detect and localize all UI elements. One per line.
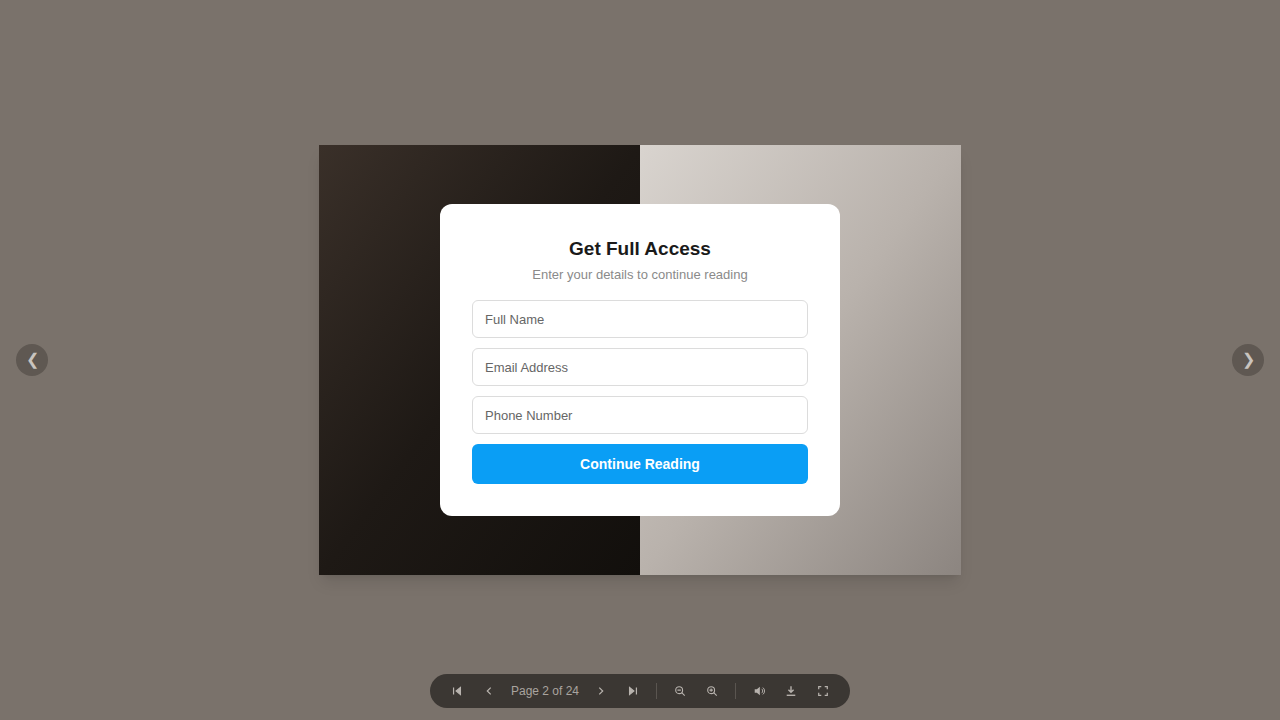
page-indicator: Page 2 of 24 — [505, 682, 585, 700]
fullscreen-button[interactable] — [807, 675, 839, 707]
first-icon — [451, 685, 463, 697]
next-icon — [595, 685, 607, 697]
prev-icon — [483, 685, 495, 697]
modal-subtitle: Enter your details to continue reading — [532, 266, 747, 284]
prev-button[interactable] — [473, 675, 505, 707]
toolbar-separator — [735, 683, 736, 699]
access-form: Continue Reading — [472, 300, 808, 484]
modal-title: Get Full Access — [569, 236, 711, 262]
access-modal: Get Full Access Enter your details to con… — [440, 204, 840, 516]
download-icon — [785, 685, 797, 697]
zoom-in-icon — [706, 685, 718, 697]
last-button[interactable] — [617, 675, 649, 707]
next-button[interactable] — [585, 675, 617, 707]
first-button[interactable] — [441, 675, 473, 707]
form-field[interactable] — [472, 348, 808, 386]
toolbar-separator — [656, 683, 657, 699]
fullscreen-icon — [817, 685, 829, 697]
zoom-out-icon — [674, 685, 686, 697]
form-field[interactable] — [472, 396, 808, 434]
modal-overlay: Get Full Access Enter your details to con… — [0, 0, 1280, 720]
sound-button[interactable] — [743, 675, 775, 707]
last-icon — [627, 685, 639, 697]
zoom-in-button[interactable] — [696, 675, 728, 707]
continue-button[interactable]: Continue Reading — [472, 444, 808, 484]
form-field[interactable] — [472, 300, 808, 338]
prev-page-arrow[interactable]: ❮ — [16, 344, 48, 376]
sound-icon — [753, 685, 765, 697]
zoom-out-button[interactable] — [664, 675, 696, 707]
viewer-toolbar: Page 2 of 24 — [430, 674, 850, 708]
download-button[interactable] — [775, 675, 807, 707]
next-page-arrow[interactable]: ❯ — [1232, 344, 1264, 376]
